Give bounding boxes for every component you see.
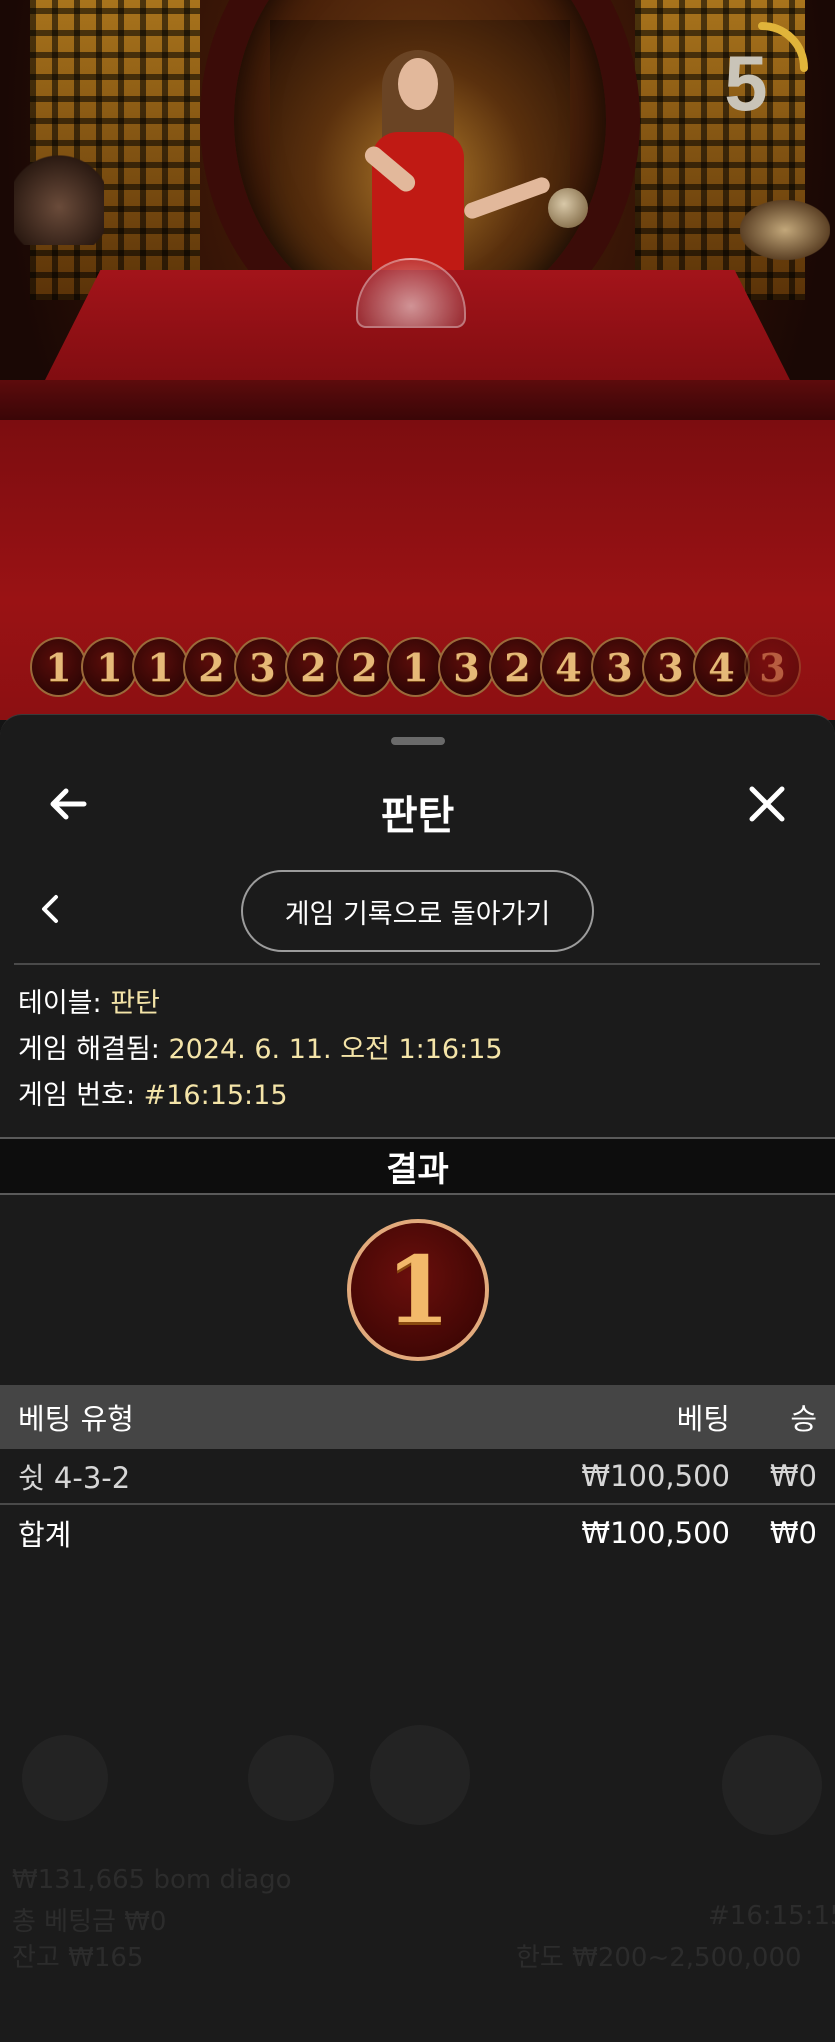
close-icon[interactable] xyxy=(742,779,792,829)
back-to-history-button[interactable]: 게임 기록으로 돌아가기 xyxy=(241,870,594,952)
history-chip: 1 xyxy=(30,637,87,697)
result-chip: 1 xyxy=(347,1219,489,1361)
bet-type-cell: 쉿 4-3-2 xyxy=(18,1461,131,1495)
game-detail-sheet: 판탄 게임 기록으로 돌아가기 테이블: 판탄 게임 해결됨: 2024. 6.… xyxy=(0,714,835,2042)
history-chip: 3 xyxy=(642,637,699,697)
total-win: ₩0 xyxy=(769,1516,817,1550)
result-header: 결과 xyxy=(0,1137,835,1195)
divider xyxy=(14,963,820,965)
chevron-left-icon[interactable] xyxy=(36,889,66,929)
history-chip: 3 xyxy=(591,637,648,697)
ghost-game-id: #16:15:15 xyxy=(708,1901,835,1931)
history-chip: 1 xyxy=(132,637,189,697)
col-bet: 베팅 xyxy=(676,1402,730,1436)
sheet-header: 판탄 xyxy=(0,757,835,857)
history-chip: 3 xyxy=(438,637,495,697)
history-chip: 2 xyxy=(336,637,393,697)
table-row: 쉿 4-3-2 ₩100,500 ₩0 xyxy=(0,1449,835,1505)
win-amount-cell: ₩0 xyxy=(769,1459,817,1493)
history-chip: 1 xyxy=(81,637,138,697)
info-resolved: 게임 해결됨: 2024. 6. 11. 오전 1:16:15 xyxy=(18,1034,503,1065)
history-chip: 2 xyxy=(183,637,240,697)
countdown-timer: 5 xyxy=(724,39,768,127)
history-chip: 4 xyxy=(693,637,750,697)
game-info: 테이블: 판탄 게임 해결됨: 2024. 6. 11. 오전 1:16:15 … xyxy=(18,981,503,1119)
page-title: 판탄 xyxy=(380,793,455,839)
ghost-total-bet: 총 베팅금 ₩0 xyxy=(12,1907,167,1937)
bonsai-plant xyxy=(14,150,104,245)
hamburger-menu-icon xyxy=(722,1735,822,1835)
bet-table: 베팅 유형 베팅 승 쉿 4-3-2 ₩100,500 ₩0 합계 ₩100,5… xyxy=(0,1385,835,1561)
result-history-strip: 111232213243343 xyxy=(30,637,801,699)
ghost-balance: ₩131,665 bom diago xyxy=(12,1865,292,1895)
history-chip: 3 xyxy=(744,637,801,697)
col-bet-type: 베팅 유형 xyxy=(18,1402,134,1436)
col-win: 승 xyxy=(790,1402,817,1436)
total-row: 합계 ₩100,500 ₩0 xyxy=(0,1505,835,1561)
bet-amount-cell: ₩100,500 xyxy=(581,1459,730,1493)
history-chip: 3 xyxy=(234,637,291,697)
dragon-statue xyxy=(740,200,830,260)
total-bet: ₩100,500 xyxy=(581,1516,730,1550)
sheet-grab-handle[interactable] xyxy=(391,737,445,745)
chip-icon xyxy=(248,1735,334,1821)
history-chip: 2 xyxy=(285,637,342,697)
grid-menu-icon xyxy=(22,1735,108,1821)
history-chip: 2 xyxy=(489,637,546,697)
bet-table-header: 베팅 유형 베팅 승 xyxy=(0,1385,835,1449)
info-game-number: 게임 번호: #16:15:15 xyxy=(18,1080,288,1111)
chip-icon xyxy=(370,1725,470,1825)
ghost-limits: 한도 ₩200~2,500,000 xyxy=(516,1943,802,1973)
history-chip: 1 xyxy=(387,637,444,697)
live-video: 5 111232213243343 xyxy=(0,0,835,720)
ghost-remaining: 잔고 ₩165 xyxy=(12,1943,144,1973)
bowl-lid xyxy=(548,188,588,228)
total-label: 합계 xyxy=(18,1518,72,1552)
history-chip: 4 xyxy=(540,637,597,697)
history-nav-row: 게임 기록으로 돌아가기 xyxy=(0,865,835,955)
info-table: 테이블: 판탄 xyxy=(18,988,160,1019)
